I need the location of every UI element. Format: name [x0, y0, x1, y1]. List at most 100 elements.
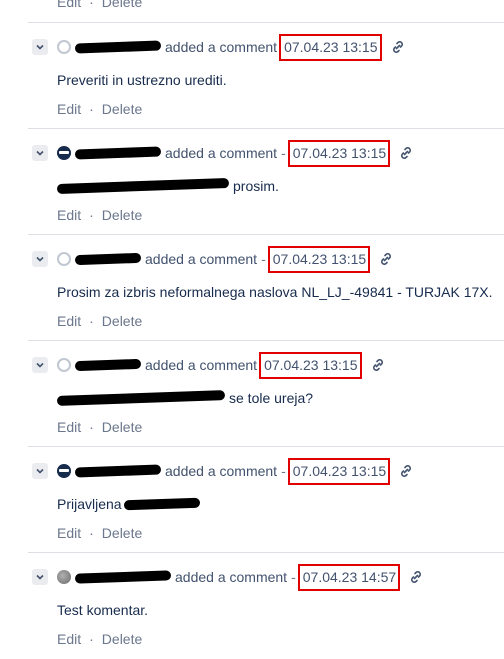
link-icon[interactable] — [370, 357, 386, 373]
redacted-author — [74, 570, 172, 584]
redacted-mention — [56, 178, 230, 194]
delete-link[interactable]: Delete — [102, 525, 142, 541]
comment-item: added a comment - 07.04.23 14:57 Test ko… — [28, 552, 504, 659]
collapse-toggle[interactable] — [32, 357, 48, 373]
comment-actions: Edit · Delete — [57, 207, 142, 223]
redacted-author — [74, 358, 142, 372]
link-icon[interactable] — [398, 463, 414, 479]
avatar-icon — [57, 570, 71, 584]
chevron-down-icon — [36, 468, 44, 474]
edit-link[interactable]: Edit — [57, 0, 81, 10]
comment-item: added a comment 07.04.23 13:15 Preveriti… — [28, 22, 504, 129]
comment-timestamp[interactable]: 07.04.23 13:15 — [259, 351, 362, 379]
comment-item: added a comment - 07.04.23 13:15 prosim.… — [28, 128, 504, 235]
edit-link[interactable]: Edit — [57, 631, 81, 647]
comment-action: added a comment — [145, 357, 258, 373]
comment-text: Preveriti in ustrezno urediti. — [57, 72, 227, 88]
chevron-down-icon — [36, 150, 44, 156]
comment-timestamp[interactable]: 07.04.23 14:57 — [297, 563, 401, 591]
comment-body: Prijavljena — [57, 496, 200, 512]
comment-action: added a comment — [145, 251, 258, 267]
timestamp-separator: - — [281, 145, 286, 161]
comment-actions: Edit · Delete — [57, 101, 142, 117]
chevron-down-icon — [36, 44, 44, 50]
comment-actions: Edit · Delete — [57, 419, 142, 435]
comment-action: added a comment — [165, 145, 278, 161]
edit-link[interactable]: Edit — [57, 207, 81, 223]
redacted-author — [74, 464, 162, 478]
link-icon[interactable] — [378, 251, 394, 267]
comment-actions: Edit · Delete — [57, 631, 142, 647]
separator: · — [89, 419, 94, 435]
chevron-down-icon — [36, 574, 44, 580]
previous-comment-actions: Edit · Delete — [57, 0, 142, 10]
comment-action: added a comment — [165, 463, 278, 479]
link-icon[interactable] — [408, 569, 424, 585]
delete-link[interactable]: Delete — [102, 101, 142, 117]
comment-header: added a comment - 07.04.23 14:57 — [57, 563, 424, 591]
collapse-toggle[interactable] — [32, 569, 48, 585]
comment-header: added a comment 07.04.23 13:15 — [57, 33, 406, 61]
edit-link[interactable]: Edit — [57, 313, 81, 329]
separator: · — [89, 207, 94, 223]
avatar-icon — [57, 464, 71, 478]
separator: · — [89, 0, 94, 10]
comment-action: added a comment — [165, 39, 278, 55]
comment-text: Test komentar. — [57, 602, 149, 618]
comment-timestamp[interactable]: 07.04.23 13:15 — [287, 139, 391, 167]
avatar-icon — [57, 146, 71, 160]
comment-header: added a comment 07.04.23 13:15 — [57, 351, 386, 379]
collapse-toggle[interactable] — [32, 39, 48, 55]
link-icon[interactable] — [398, 145, 414, 161]
comment-text: Prosim za izbris neformalnega naslova NL… — [57, 284, 493, 300]
separator: · — [89, 631, 94, 647]
delete-link[interactable]: Delete — [102, 631, 142, 647]
comment-text: Prijavljena — [57, 496, 122, 512]
comment-timestamp[interactable]: 07.04.23 13:15 — [279, 33, 382, 61]
comment-item: added a comment 07.04.23 13:15 se tole u… — [28, 340, 504, 447]
comment-body: prosim. — [56, 178, 279, 194]
chevron-down-icon — [36, 256, 44, 262]
comment-header: added a comment - 07.04.23 13:15 — [57, 245, 394, 273]
delete-link[interactable]: Delete — [102, 207, 142, 223]
comment-text: prosim. — [233, 178, 279, 194]
avatar-icon — [57, 40, 71, 54]
delete-link[interactable]: Delete — [102, 313, 142, 329]
collapse-toggle[interactable] — [32, 251, 48, 267]
edit-link[interactable]: Edit — [57, 419, 81, 435]
comment-header: added a comment - 07.04.23 13:15 — [57, 139, 414, 167]
edit-link[interactable]: Edit — [57, 101, 81, 117]
separator: · — [89, 525, 94, 541]
collapse-toggle[interactable] — [32, 145, 48, 161]
comment-item: added a comment - 07.04.23 13:15 Prosim … — [28, 234, 504, 341]
delete-link[interactable]: Delete — [102, 419, 142, 435]
comment-actions: Edit · Delete — [57, 525, 142, 541]
comment-header: added a comment - 07.04.23 13:15 — [57, 457, 414, 485]
timestamp-separator: - — [281, 463, 286, 479]
comment-action: added a comment — [175, 569, 288, 585]
comment-actions: Edit · Delete — [57, 313, 142, 329]
redacted-author — [74, 40, 162, 54]
timestamp-separator: - — [291, 569, 296, 585]
avatar-icon — [57, 358, 71, 372]
collapse-toggle[interactable] — [32, 463, 48, 479]
comment-timestamp[interactable]: 07.04.23 13:15 — [287, 457, 391, 485]
comment-body: Test komentar. — [57, 602, 148, 618]
separator: · — [89, 313, 94, 329]
redacted-mention — [56, 390, 226, 406]
redacted-author — [74, 252, 142, 266]
comment-text: se tole ureja? — [229, 390, 314, 406]
timestamp-separator: - — [261, 251, 266, 267]
redacted-mention — [123, 497, 200, 511]
redacted-author — [74, 146, 162, 160]
comment-body: Preveriti in ustrezno urediti. — [57, 72, 227, 88]
edit-link[interactable]: Edit — [57, 525, 81, 541]
comment-body: Prosim za izbris neformalnega naslova NL… — [57, 284, 493, 300]
chevron-down-icon — [36, 362, 44, 368]
comment-timestamp[interactable]: 07.04.23 13:15 — [267, 245, 371, 273]
link-icon[interactable] — [390, 39, 406, 55]
comment-body: se tole ureja? — [56, 390, 314, 406]
delete-link[interactable]: Delete — [102, 0, 142, 10]
avatar-icon — [57, 252, 71, 266]
separator: · — [89, 101, 94, 117]
